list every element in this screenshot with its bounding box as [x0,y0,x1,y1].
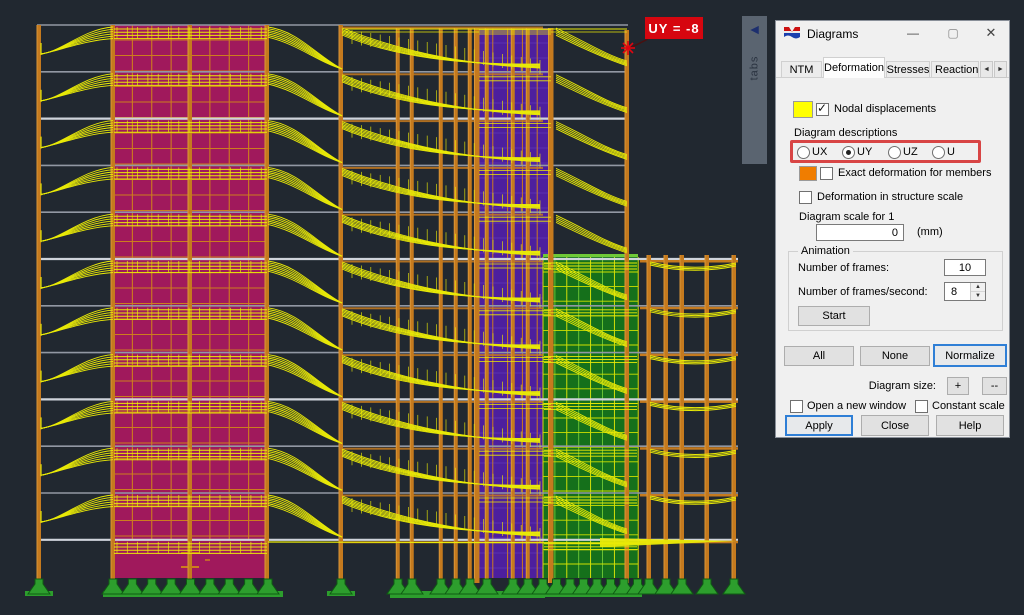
normalize-button[interactable]: Normalize [933,344,1007,367]
exact-deformation-color-swatch[interactable] [799,166,817,181]
apply-button[interactable]: Apply [785,415,853,436]
radio-uz-label: UZ [903,146,918,158]
frames-label: Number of frames: [798,262,889,274]
radio-ux[interactable] [797,146,810,159]
nodal-color-swatch[interactable] [793,101,813,118]
constant-scale-checkbox[interactable] [915,400,928,413]
diagram-scale-unit: (mm) [917,226,943,238]
fps-spin-down-icon[interactable]: ▼ [971,292,985,300]
tabs-bar-label: tabs [748,56,760,81]
open-new-window-label: Open a new window [807,400,906,412]
none-button[interactable]: None [860,346,930,366]
radio-uy-label: UY [857,146,872,158]
help-button[interactable]: Help [936,415,1004,436]
frames-input[interactable]: 10 [944,259,986,276]
diagrams-dialog: Diagrams — ▢ ✕ NTM Deformation Stresses … [775,20,1010,438]
structure-scale-checkbox[interactable] [799,191,812,204]
close-button[interactable]: ✕ [976,23,1006,43]
constant-scale-label: Constant scale [932,400,1005,412]
tab-scroll-left-icon[interactable]: ◄ [980,61,993,78]
radio-ux-label: UX [812,146,827,158]
diagram-size-label: Diagram size: [836,380,936,392]
radio-uy[interactable] [842,146,855,159]
diagram-size-minus-button[interactable]: -- [982,377,1007,395]
fps-label: Number of frames/second: [798,286,928,298]
nodal-displacements-checkbox[interactable]: ✓ [816,103,829,116]
diagram-scale-label: Diagram scale for 1 [799,211,894,223]
diagram-descriptions-label: Diagram descriptions [794,127,897,139]
tab-reactions[interactable]: Reactions [931,61,979,77]
tab-stresses[interactable]: Stresses [886,61,930,77]
structure-scale-label: Deformation in structure scale [817,191,963,203]
start-button[interactable]: Start [798,306,870,326]
radio-u[interactable] [932,146,945,159]
minimize-button[interactable]: — [898,23,928,43]
fps-spinner[interactable]: 8 ▲ ▼ [944,282,986,301]
nodal-displacements-label: Nodal displacements [834,103,936,115]
max-displacement-label: UY = -8 [645,17,703,39]
dialog-title: Diagrams [807,27,858,41]
open-new-window-checkbox[interactable] [790,400,803,413]
tab-ntm[interactable]: NTM [781,61,822,77]
dialog-titlebar[interactable]: Diagrams — ▢ ✕ [776,21,1009,47]
radio-uz[interactable] [888,146,901,159]
diagrams-app-icon [784,27,801,41]
dialog-tabstrip: NTM Deformation Stresses Reactions ◄ ► [776,57,1009,78]
collapse-left-arrow-icon[interactable]: ◄ [748,22,762,36]
tab-scroll-right-icon[interactable]: ► [994,61,1007,78]
diagram-size-plus-button[interactable]: + [947,377,969,395]
radio-u-label: U [947,146,955,158]
application-window: UY = -8 ◄ tabs Diagrams — ▢ ✕ NTM Deform… [0,0,1024,615]
supports [25,579,745,598]
diagram-scale-input[interactable]: 0 [816,224,904,241]
close-dialog-button[interactable]: Close [861,415,929,436]
tab-deformation[interactable]: Deformation [823,57,885,78]
animation-legend: Animation [798,245,853,257]
exact-deformation-checkbox[interactable] [820,167,833,180]
tabs-collapse-bar[interactable]: ◄ tabs [742,16,767,164]
all-button[interactable]: All [784,346,854,366]
maximize-button[interactable]: ▢ [938,23,968,43]
fps-spin-up-icon[interactable]: ▲ [971,283,985,292]
exact-deformation-label: Exact deformation for members [838,167,991,179]
